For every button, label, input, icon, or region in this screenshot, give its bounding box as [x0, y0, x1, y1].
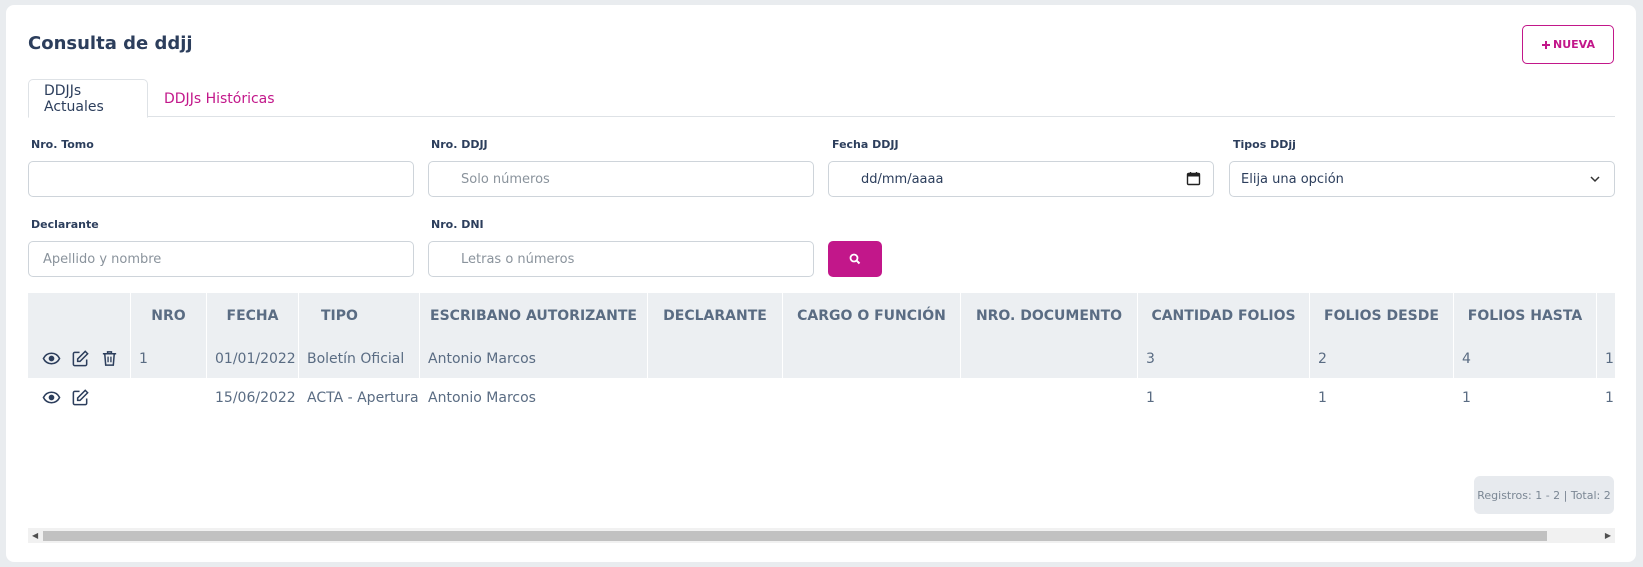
- tipos-ddjj-label: Tipos DDjj: [1233, 138, 1296, 151]
- row-declarante: [656, 339, 782, 378]
- tab-ddjjs-historicas[interactable]: DDJJs Históricas: [149, 79, 290, 118]
- nro-dni-placeholder: Letras o números: [461, 251, 575, 267]
- row-tipo: ACTA - Apertura: [307, 389, 419, 406]
- col-nro-header: NRO: [151, 308, 186, 324]
- view-icon[interactable]: [42, 349, 61, 368]
- delete-icon[interactable]: [100, 349, 119, 368]
- tipos-ddjj-selected: Elija una opción: [1241, 171, 1344, 187]
- table-row: 1 01/01/2022 Boletín Oficial Antonio Mar…: [28, 339, 1615, 378]
- row-nro-documento: [969, 339, 1137, 378]
- search-button[interactable]: [828, 241, 882, 277]
- row-folios-desde: 1: [1318, 389, 1327, 406]
- nro-tomo-label: Nro. Tomo: [31, 138, 94, 151]
- row-fecha: 01/01/2022: [215, 350, 296, 367]
- col-cargo-header: CARGO O FUNCIÓN: [797, 308, 946, 324]
- scroll-left-icon[interactable]: ◀: [32, 531, 38, 540]
- tab-ddjjs-actuales[interactable]: DDJJs Actuales: [28, 79, 148, 118]
- row-cargo: [791, 378, 960, 417]
- row-nro: [139, 378, 206, 417]
- row-extra: 1: [1605, 350, 1614, 367]
- edit-icon[interactable]: [71, 349, 90, 368]
- scroll-right-icon[interactable]: ▶: [1605, 531, 1611, 540]
- col-escribano-header: ESCRIBANO AUTORIZANTE: [430, 308, 637, 324]
- chevron-down-icon: [1590, 176, 1600, 183]
- row-escribano: Antonio Marcos: [428, 350, 536, 367]
- row-cargo: [791, 339, 960, 378]
- fecha-ddjj-placeholder: dd/mm/aaaa: [861, 171, 944, 187]
- col-folios-hasta-header: FOLIOS HASTA: [1467, 308, 1583, 324]
- row-cantidad-folios: 1: [1146, 389, 1155, 406]
- tabs-bar: DDJJs Actuales DDJJs Históricas: [28, 79, 1615, 118]
- col-extra-header: [1597, 293, 1615, 339]
- row-extra: 1: [1605, 389, 1614, 406]
- row-tipo: Boletín Oficial: [307, 350, 405, 367]
- row-declarante: [656, 378, 782, 417]
- tipos-ddjj-select[interactable]: Elija una opción: [1229, 161, 1615, 197]
- col-nro-documento-header: NRO. DOCUMENTO: [975, 308, 1123, 324]
- row-folios-hasta: 1: [1462, 389, 1471, 406]
- pagination-summary: Registros: 1 - 2 | Total: 2: [1474, 476, 1614, 514]
- search-icon: [849, 253, 861, 265]
- nro-ddjj-input[interactable]: Solo números: [428, 161, 814, 197]
- fecha-ddjj-label: Fecha DDJJ: [832, 138, 899, 151]
- new-ddjj-button[interactable]: NUEVA: [1522, 25, 1614, 64]
- table-header: NRO FECHA TIPO ESCRIBANO AUTORIZANTE DEC…: [28, 293, 1615, 339]
- horizontal-scrollbar[interactable]: ◀ ▶: [28, 528, 1615, 543]
- calendar-icon[interactable]: [1186, 171, 1201, 186]
- row-cantidad-folios: 3: [1146, 350, 1155, 367]
- nro-dni-label: Nro. DNI: [431, 218, 484, 231]
- row-folios-desde: 2: [1318, 350, 1327, 367]
- row-nro: 1: [139, 350, 148, 367]
- row-actions: [28, 339, 130, 378]
- row-actions: [28, 378, 130, 417]
- row-nro-documento: [969, 378, 1137, 417]
- plus-icon: [1542, 40, 1551, 49]
- fecha-ddjj-input[interactable]: dd/mm/aaaa: [828, 161, 1214, 197]
- view-icon[interactable]: [42, 388, 61, 407]
- col-actions-header: [28, 293, 130, 339]
- nro-dni-input[interactable]: Letras o números: [428, 241, 814, 277]
- scrollbar-thumb[interactable]: [43, 531, 1547, 541]
- col-declarante-header: DECLARANTE: [663, 308, 767, 324]
- edit-icon[interactable]: [71, 388, 90, 407]
- col-cantidad-folios-header: CANTIDAD FOLIOS: [1151, 308, 1296, 324]
- new-ddjj-button-label: NUEVA: [1553, 38, 1595, 51]
- col-tipo-header: TIPO: [321, 308, 358, 324]
- nro-ddjj-label: Nro. DDJJ: [431, 138, 488, 151]
- row-fecha: 15/06/2022: [215, 389, 296, 406]
- declarante-placeholder: Apellido y nombre: [43, 251, 162, 267]
- row-escribano: Antonio Marcos: [428, 389, 536, 406]
- declarante-label: Declarante: [31, 218, 99, 231]
- page-title: Consulta de ddjj: [28, 33, 193, 54]
- row-folios-hasta: 4: [1462, 350, 1471, 367]
- nro-ddjj-placeholder: Solo números: [461, 171, 550, 187]
- declarante-input[interactable]: Apellido y nombre: [28, 241, 414, 277]
- table-row: 15/06/2022 ACTA - Apertura Antonio Marco…: [28, 378, 1615, 417]
- col-fecha-header: FECHA: [226, 308, 279, 324]
- nro-tomo-input[interactable]: [28, 161, 414, 197]
- col-folios-desde-header: FOLIOS DESDE: [1324, 308, 1439, 324]
